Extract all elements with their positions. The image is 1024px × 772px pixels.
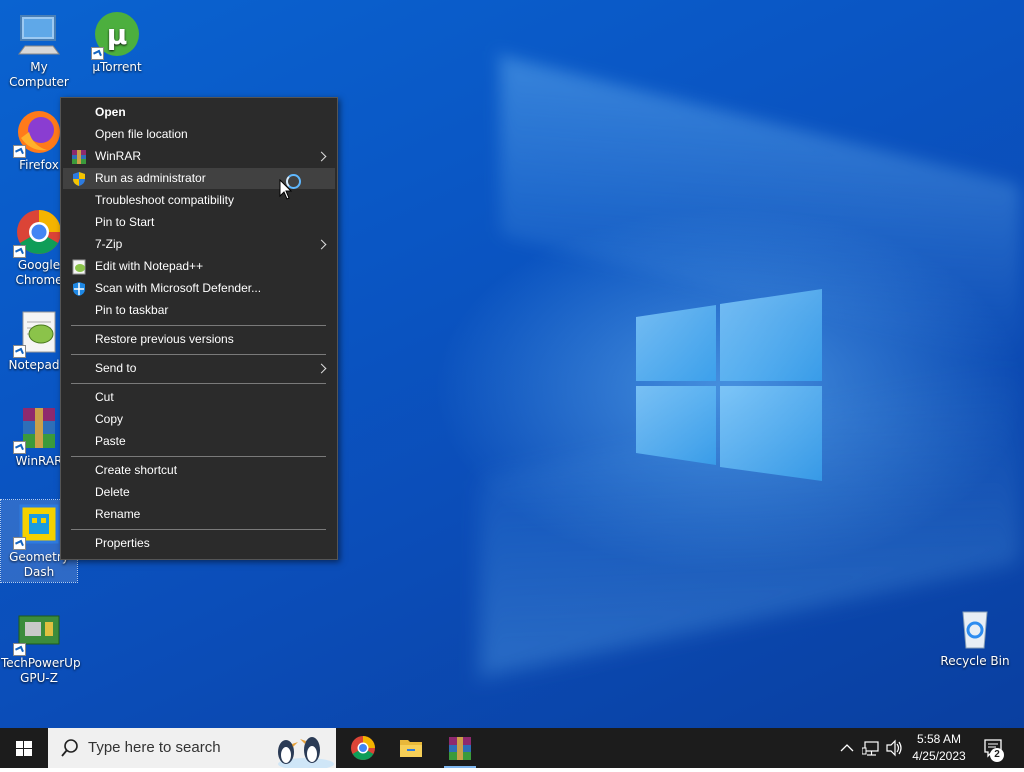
shortcut-arrow-icon [13, 145, 26, 158]
start-button[interactable] [0, 728, 48, 768]
desktop-icon-utorrent[interactable]: µ µTorrent [79, 10, 155, 75]
notepadpp-icon [13, 308, 63, 358]
folder-icon [400, 740, 422, 757]
desktop-icon-recycle-bin[interactable]: Recycle Bin [937, 604, 1013, 669]
desktop-icon-label: TechPowerUp GPU-Z [1, 656, 81, 685]
volume-icon[interactable] [884, 728, 904, 768]
geometry-dash-icon [13, 500, 63, 550]
menu-item-winrar[interactable]: WinRAR [63, 146, 335, 167]
menu-item-restore-previous-versions[interactable]: Restore previous versions [63, 329, 335, 350]
menu-item-send-to[interactable]: Send to [63, 358, 335, 379]
context-menu: Open Open file location WinRAR Run as ad… [60, 97, 338, 560]
taskbar-clock[interactable]: 5:58 AM 4/25/2023 [906, 731, 972, 765]
clock-time: 5:58 AM [916, 732, 962, 746]
menu-item-create-shortcut[interactable]: Create shortcut [63, 460, 335, 481]
shortcut-arrow-icon [13, 441, 26, 454]
menu-item-properties[interactable]: Properties [63, 533, 335, 554]
gpu-z-icon [13, 606, 63, 656]
winrar-icon [71, 149, 87, 165]
menu-separator [71, 383, 326, 384]
shortcut-arrow-icon [13, 345, 26, 358]
taskbar-app-file-explorer[interactable] [387, 728, 435, 768]
submenu-arrow-icon [316, 363, 327, 374]
menu-item-pin-to-taskbar[interactable]: Pin to taskbar [63, 300, 335, 321]
search-placeholder: Type here to search [88, 739, 221, 756]
defender-shield-icon [71, 281, 87, 297]
menu-item-paste[interactable]: Paste [63, 431, 335, 452]
submenu-arrow-icon [316, 239, 327, 250]
taskbar-app-chrome[interactable] [339, 728, 387, 768]
desktop-icon-label: µTorrent [92, 60, 142, 74]
search-highlight-penguins-icon [278, 737, 334, 768]
menu-item-troubleshoot-compatibility[interactable]: Troubleshoot compatibility [63, 190, 335, 211]
menu-item-scan-with-defender[interactable]: Scan with Microsoft Defender... [63, 278, 335, 299]
desktop-icon-my-computer[interactable]: My Computer [1, 10, 77, 90]
menu-item-open[interactable]: Open [63, 102, 335, 123]
taskbar-search-box[interactable]: Type here to search [48, 728, 336, 768]
network-icon[interactable] [862, 728, 882, 768]
shortcut-arrow-icon [13, 537, 26, 550]
chrome-icon [13, 208, 63, 258]
chevron-up-icon[interactable] [838, 728, 856, 768]
menu-item-cut[interactable]: Cut [63, 387, 335, 408]
shortcut-arrow-icon [13, 245, 26, 258]
busy-spinner-icon [286, 174, 301, 189]
search-icon [61, 739, 78, 757]
svg-text:µ: µ [107, 18, 128, 51]
menu-item-copy[interactable]: Copy [63, 409, 335, 430]
menu-separator [71, 529, 326, 530]
recycle-bin-icon [951, 604, 999, 652]
shortcut-arrow-icon [13, 643, 26, 656]
menu-item-rename[interactable]: Rename [63, 504, 335, 525]
menu-item-pin-to-start[interactable]: Pin to Start [63, 212, 335, 233]
menu-item-open-file-location[interactable]: Open file location [63, 124, 335, 145]
windows-wallpaper-logo [636, 289, 822, 481]
windows-start-icon [16, 741, 32, 756]
desktop-icon-label: Recycle Bin [940, 654, 1010, 668]
notepadpp-icon [71, 259, 87, 275]
notification-count-badge: 2 [990, 748, 1004, 762]
menu-item-7zip[interactable]: 7-Zip [63, 234, 335, 255]
utorrent-icon: µ [91, 10, 141, 60]
shortcut-arrow-icon [91, 47, 104, 60]
submenu-arrow-icon [316, 151, 327, 162]
menu-item-edit-with-notepadpp[interactable]: Edit with Notepad++ [63, 256, 335, 277]
uac-shield-icon [71, 171, 87, 187]
desktop-icon-gpu-z[interactable]: TechPowerUp GPU-Z [1, 606, 81, 686]
computer-icon [15, 10, 63, 58]
chrome-icon [351, 736, 375, 761]
firefox-icon [13, 108, 63, 158]
desktop-icon-label: My Computer [9, 60, 69, 89]
taskbar-app-winrar[interactable] [436, 728, 484, 768]
clock-date: 4/25/2023 [912, 749, 966, 763]
taskbar: Type here to search 5:58 AM 4/25/2023 2 [0, 728, 1024, 768]
menu-separator [71, 456, 326, 457]
winrar-icon [13, 404, 63, 454]
winrar-icon [449, 737, 471, 760]
menu-separator [71, 325, 326, 326]
menu-item-delete[interactable]: Delete [63, 482, 335, 503]
menu-separator [71, 354, 326, 355]
